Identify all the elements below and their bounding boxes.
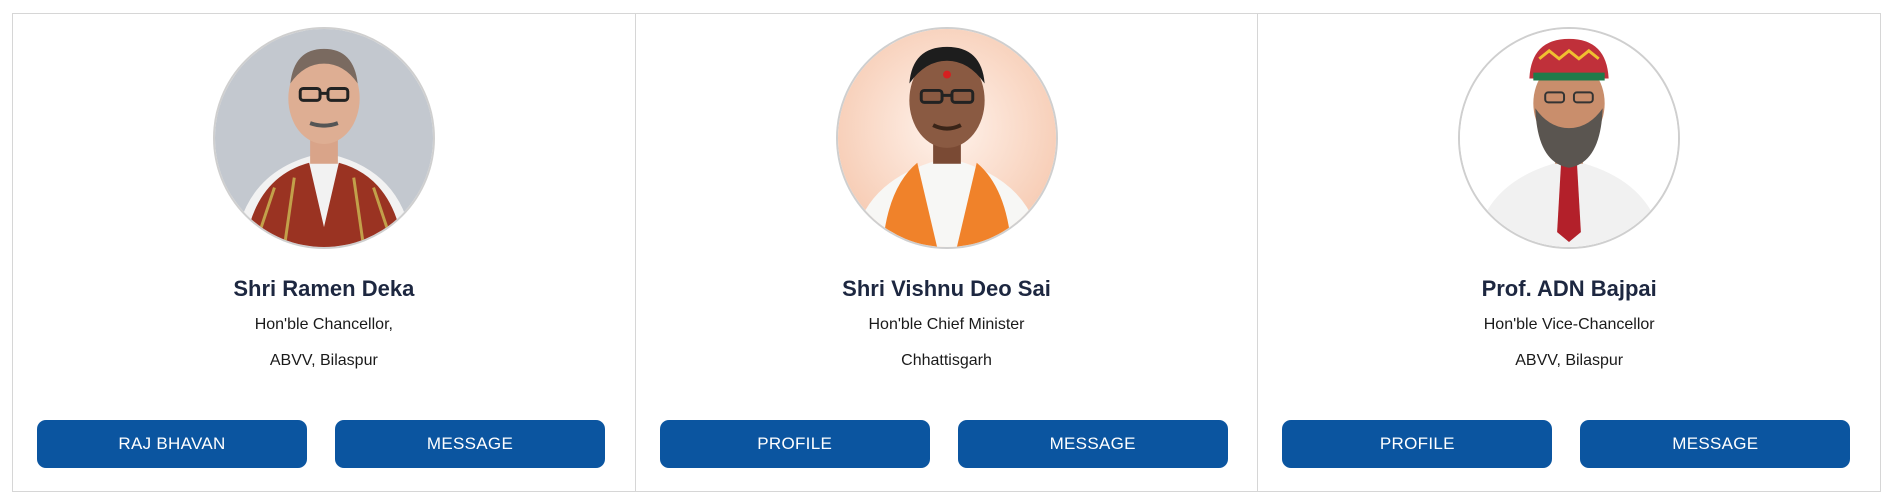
leaders-grid: Shri Ramen Deka Hon'ble Chancellor, ABVV… (12, 13, 1881, 492)
leader-card-chancellor: Shri Ramen Deka Hon'ble Chancellor, ABVV… (13, 14, 636, 491)
portrait-icon (1460, 29, 1679, 247)
leader-organization: ABVV, Bilaspur (1515, 352, 1624, 369)
message-button[interactable]: MESSAGE (1580, 420, 1851, 468)
profile-photo (212, 27, 435, 249)
message-button[interactable]: MESSAGE (335, 420, 605, 468)
leader-designation: Hon'ble Vice-Chancellor (1483, 316, 1655, 333)
leader-organization: ABVV, Bilaspur (269, 352, 378, 369)
leader-name: Shri Vishnu Deo Sai (842, 276, 1051, 301)
leader-name: Shri Ramen Deka (233, 276, 415, 301)
raj-bhavan-button[interactable]: RAJ BHAVAN (37, 420, 307, 468)
leader-designation: Hon'ble Chief Minister (868, 316, 1025, 333)
profile-button[interactable]: PROFILE (1282, 420, 1553, 468)
profile-button[interactable]: PROFILE (659, 420, 930, 468)
leader-name: Prof. ADN Bajpai (1481, 276, 1657, 301)
message-button[interactable]: MESSAGE (957, 420, 1228, 468)
profile-photo (835, 27, 1058, 249)
leader-designation: Hon'ble Chancellor, (254, 316, 393, 333)
leader-card-vice-chancellor: Prof. ADN Bajpai Hon'ble Vice-Chancellor… (1258, 14, 1880, 491)
leader-card-chief-minister: Shri Vishnu Deo Sai Hon'ble Chief Minist… (636, 14, 1259, 491)
portrait-icon (214, 29, 433, 247)
portrait-icon (837, 29, 1056, 247)
profile-photo (1458, 27, 1681, 249)
leader-organization: Chhattisgarh (901, 352, 992, 369)
